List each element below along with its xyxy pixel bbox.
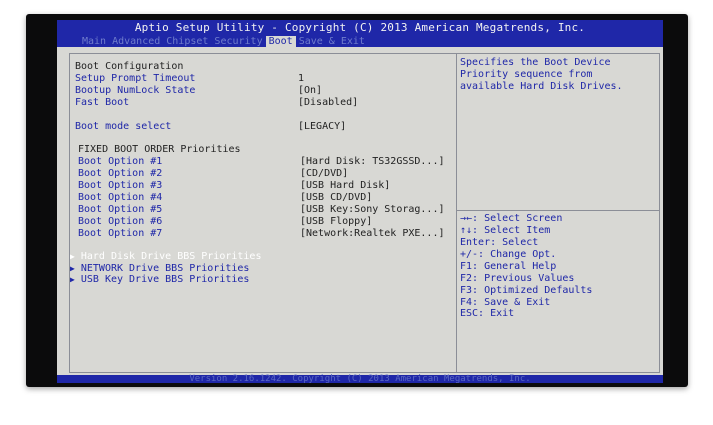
key-help-optimized-defaults: F3: Optimized Defaults bbox=[460, 285, 593, 296]
boot-option-1-label[interactable]: Boot Option #1 bbox=[78, 156, 162, 168]
fixed-boot-order-header: FIXED BOOT ORDER Priorities bbox=[78, 144, 241, 155]
bios-screen: Aptio Setup Utility - Copyright (C) 2013… bbox=[57, 20, 663, 383]
tab-chipset[interactable]: Chipset bbox=[163, 36, 211, 48]
boot-option-5-label[interactable]: Boot Option #5 bbox=[78, 204, 162, 216]
tab-advanced[interactable]: Advanced bbox=[109, 36, 163, 48]
boot-option-3-value[interactable]: [USB Hard Disk] bbox=[300, 180, 390, 192]
key-help-general-help: F1: General Help bbox=[460, 261, 557, 272]
submenu-label: Hard Disk Drive BBS Priorities bbox=[80, 251, 262, 262]
boot-option-6-label[interactable]: Boot Option #6 bbox=[78, 216, 162, 228]
key-help-select-item: ↑↓: Select Item bbox=[460, 225, 551, 236]
fast-boot-value[interactable]: [Disabled] bbox=[298, 97, 358, 109]
key-help-esc-exit: ESC: Exit bbox=[460, 308, 515, 319]
boot-option-5-value[interactable]: [USB Key:Sony Storag...] bbox=[300, 204, 445, 216]
submenu-usb-key-bbs[interactable]: ▶ USB Key Drive BBS Priorities bbox=[70, 274, 249, 286]
footer-version: Version 2.16.1242. Copyright (C) 2013 Am… bbox=[189, 374, 531, 383]
boot-option-2-label[interactable]: Boot Option #2 bbox=[78, 168, 162, 180]
boot-option-6-value[interactable]: [USB Floppy] bbox=[300, 216, 372, 228]
boot-mode-label[interactable]: Boot mode select bbox=[75, 121, 171, 133]
setup-prompt-timeout-value[interactable]: 1 bbox=[298, 73, 304, 85]
tab-main[interactable]: Main bbox=[79, 36, 109, 48]
key-help-previous-values: F2: Previous Values bbox=[460, 273, 575, 284]
boot-option-1-value[interactable]: [Hard Disk: TS32GSSD...] bbox=[300, 156, 445, 168]
submenu-arrow-icon: ▶ bbox=[70, 252, 75, 261]
help-line-2: Priority sequence from bbox=[460, 69, 593, 80]
submenu-label: NETWORK Drive BBS Priorities bbox=[80, 263, 250, 274]
setup-prompt-timeout-label[interactable]: Setup Prompt Timeout bbox=[75, 73, 195, 85]
boot-option-7-value[interactable]: [Network:Realtek PXE...] bbox=[300, 228, 445, 240]
boot-configuration-header: Boot Configuration bbox=[75, 61, 184, 72]
numlock-value[interactable]: [On] bbox=[298, 85, 322, 97]
numlock-label[interactable]: Bootup NumLock State bbox=[75, 85, 195, 97]
boot-option-7-label[interactable]: Boot Option #7 bbox=[78, 228, 162, 240]
help-line-3: available Hard Disk Drives. bbox=[460, 81, 623, 92]
tab-boot[interactable]: Boot bbox=[265, 36, 296, 48]
tab-bar: Main Advanced Chipset Security Boot Save… bbox=[79, 36, 368, 48]
submenu-arrow-icon: ▶ bbox=[70, 275, 75, 284]
tab-save-exit[interactable]: Save & Exit bbox=[296, 36, 368, 48]
boot-mode-value[interactable]: [LEGACY] bbox=[298, 121, 346, 133]
fast-boot-label[interactable]: Fast Boot bbox=[75, 97, 129, 109]
submenu-label: USB Key Drive BBS Priorities bbox=[80, 274, 250, 285]
key-help-change-opt: +/-: Change Opt. bbox=[460, 249, 557, 260]
boot-option-4-value[interactable]: [USB CD/DVD] bbox=[300, 192, 372, 204]
key-help-enter: Enter: Select bbox=[460, 237, 539, 248]
boot-option-4-label[interactable]: Boot Option #4 bbox=[78, 192, 162, 204]
boot-option-3-label[interactable]: Boot Option #3 bbox=[78, 180, 162, 192]
help-line-1: Specifies the Boot Device bbox=[460, 57, 611, 68]
key-help-select-screen: →←: Select Screen bbox=[460, 213, 563, 224]
boot-option-2-value[interactable]: [CD/DVD] bbox=[300, 168, 348, 180]
submenu-arrow-icon: ▶ bbox=[70, 264, 75, 273]
help-divider bbox=[457, 210, 659, 211]
tab-security[interactable]: Security bbox=[211, 36, 265, 48]
bios-title: Aptio Setup Utility - Copyright (C) 2013… bbox=[134, 21, 586, 34]
submenu-hard-disk-bbs[interactable]: ▶ Hard Disk Drive BBS Priorities bbox=[70, 251, 261, 263]
